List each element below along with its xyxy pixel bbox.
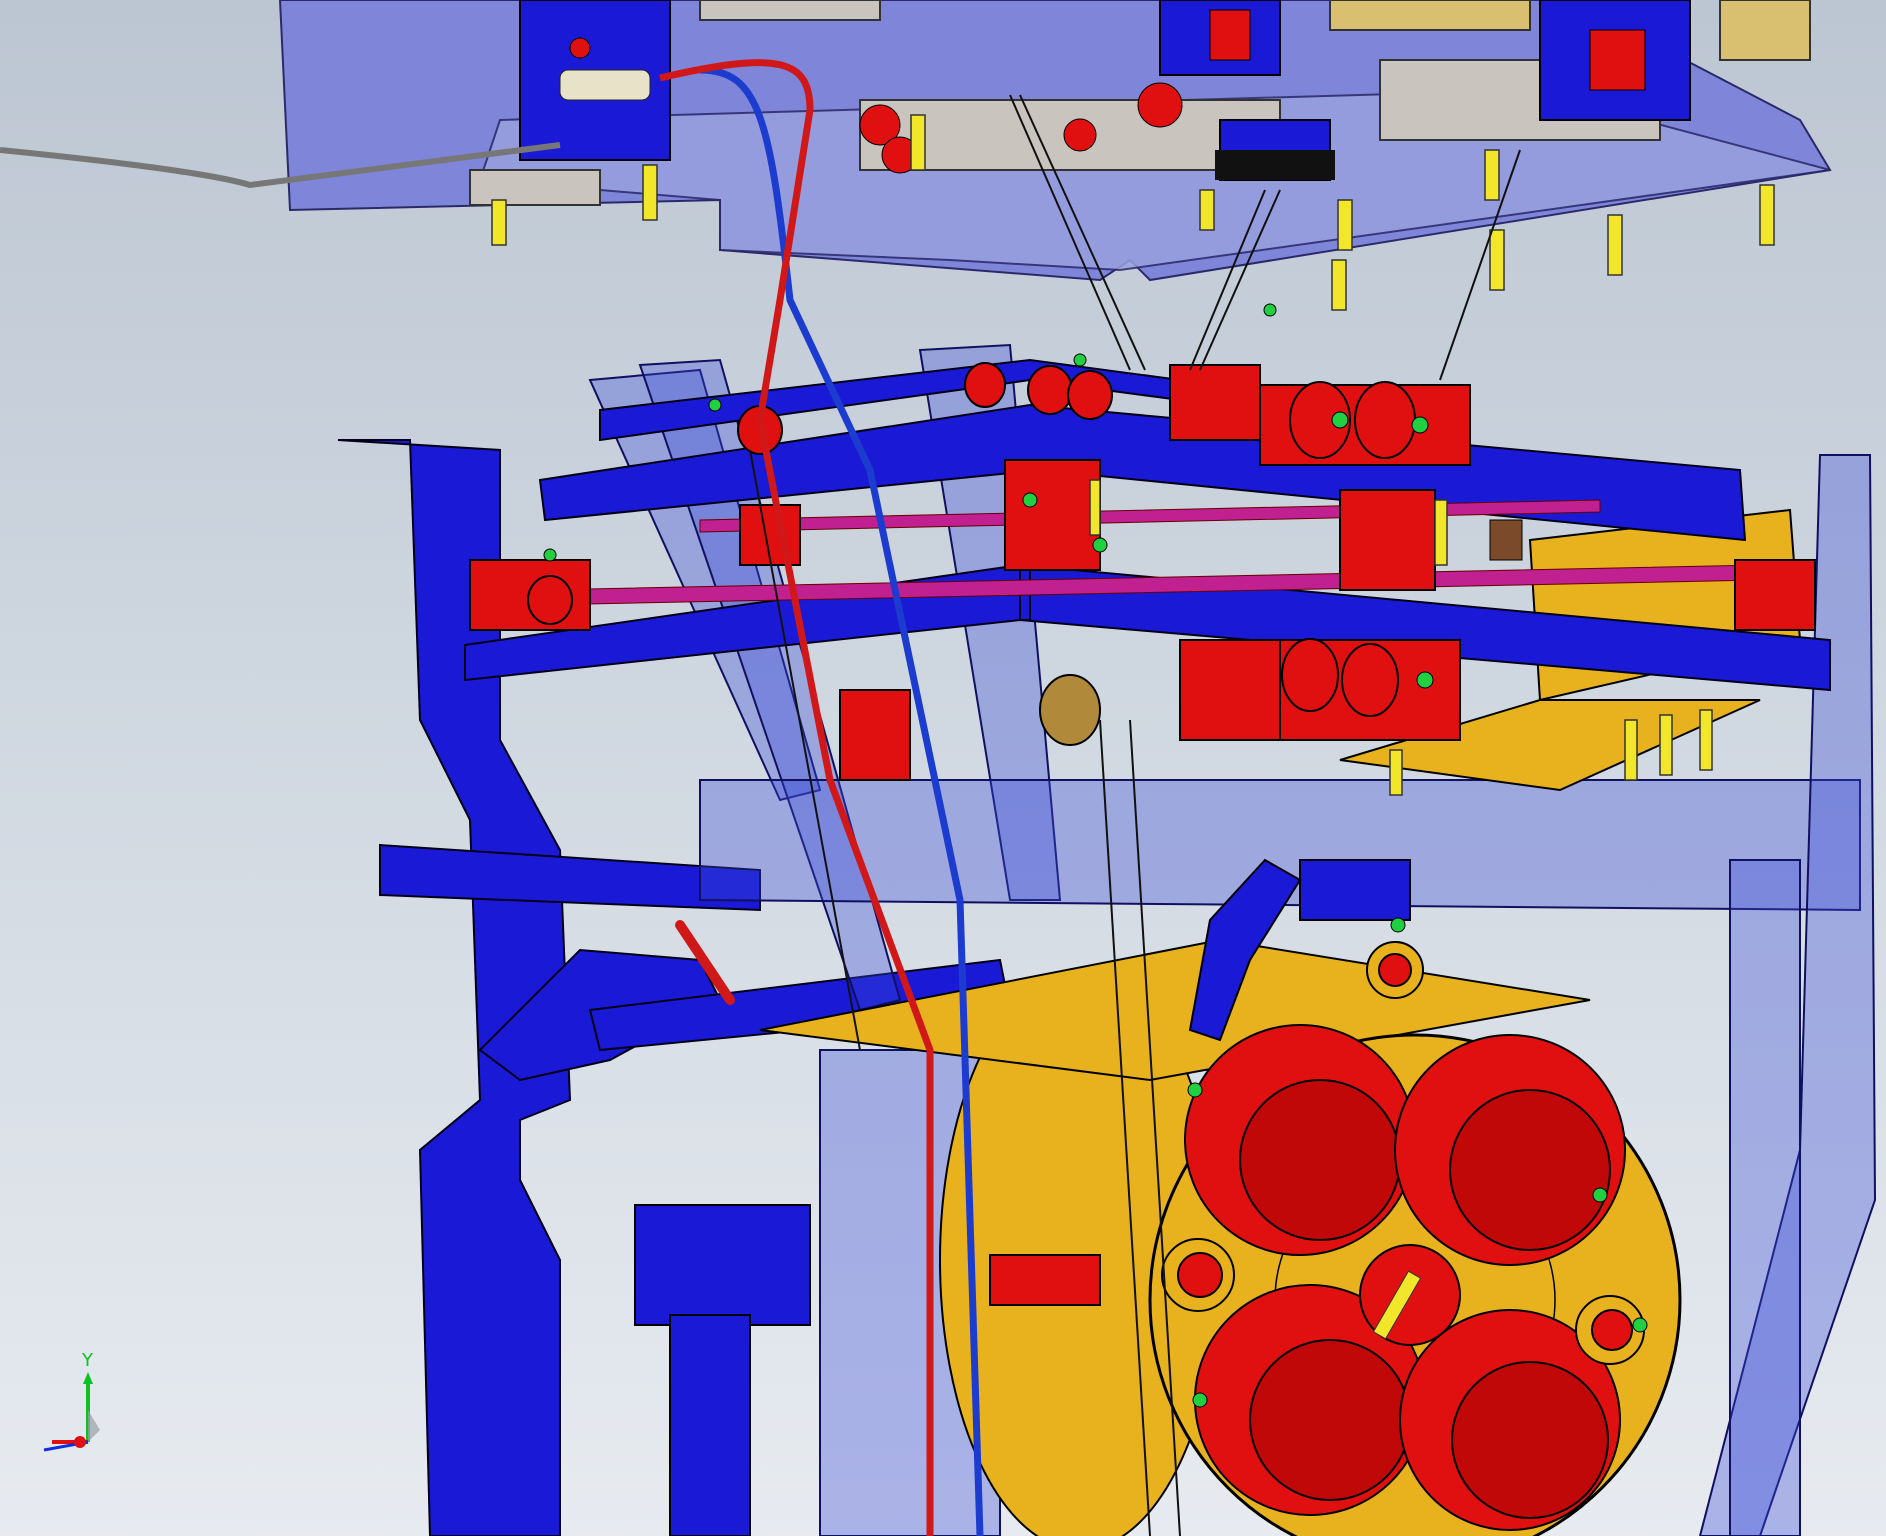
brass-knob [1039, 674, 1101, 746]
y-axis-label: Y [81, 1350, 94, 1371]
upper-housing[interactable] [278, 0, 1832, 282]
magenta-rail-upper [699, 499, 1601, 533]
cad-viewport[interactable]: Y [0, 0, 1886, 1536]
cad-assembly-model[interactable] [0, 0, 1886, 1536]
axis-triad: Y [43, 1350, 100, 1452]
bronze-bushing [1489, 519, 1523, 561]
